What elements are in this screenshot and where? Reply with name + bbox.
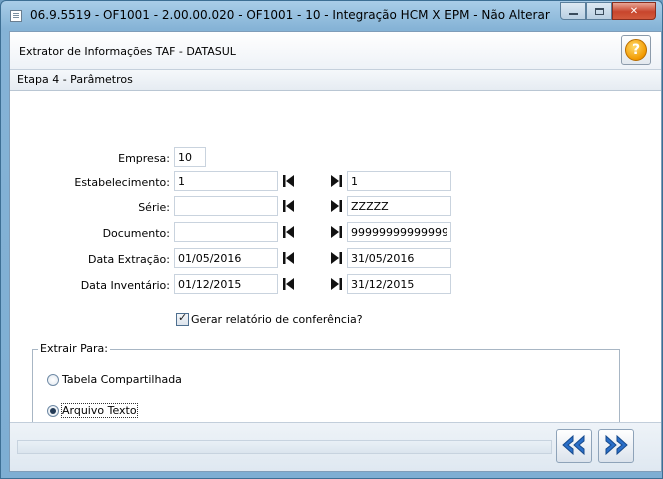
empresa-input[interactable] bbox=[174, 147, 206, 167]
window-controls: ✕ bbox=[560, 2, 656, 21]
data-extracao-label: Data Extração: bbox=[87, 253, 170, 266]
radio-label-arquivo-texto[interactable]: Arquivo Texto bbox=[61, 403, 138, 418]
step-bar: Etapa 4 - Parâmetros bbox=[10, 70, 661, 91]
wizard-title: Extrator de Informações TAF - DATASUL bbox=[19, 45, 236, 58]
radio-label-tabela-compartilhada[interactable]: Tabela Compartilhada bbox=[62, 373, 182, 386]
step-title: Etapa 4 - Parâmetros bbox=[17, 73, 133, 86]
documento-label: Documento: bbox=[102, 227, 170, 240]
double-chevron-left-icon bbox=[560, 434, 588, 459]
maximize-button[interactable] bbox=[586, 2, 612, 20]
title-bar[interactable]: 06.9.5519 - OF1001 - 2.00.00.020 - OF100… bbox=[1, 1, 662, 31]
double-chevron-right-icon bbox=[602, 434, 630, 459]
first-record-icon[interactable] bbox=[280, 172, 298, 190]
maximize-icon bbox=[594, 7, 604, 15]
estabelecimento-to-input[interactable] bbox=[347, 171, 451, 191]
minimize-button[interactable] bbox=[560, 2, 586, 20]
app-icon bbox=[10, 10, 22, 22]
documento-from-input[interactable] bbox=[174, 222, 278, 242]
serie-to-input[interactable] bbox=[347, 196, 451, 216]
radio-arquivo-texto[interactable] bbox=[47, 405, 59, 417]
data-extracao-from-input[interactable] bbox=[174, 248, 278, 268]
wizard-header: Extrator de Informações TAF - DATASUL ? bbox=[10, 32, 661, 70]
empresa-label: Empresa: bbox=[118, 152, 170, 165]
wizard-client-area: Extrator de Informações TAF - DATASUL ? … bbox=[9, 31, 662, 472]
window-title: 06.9.5519 - OF1001 - 2.00.00.020 - OF100… bbox=[30, 8, 550, 22]
first-record-icon[interactable] bbox=[280, 275, 298, 293]
data-inventario-from-input[interactable] bbox=[174, 274, 278, 294]
serie-label: Série: bbox=[138, 201, 170, 214]
serie-from-input[interactable] bbox=[174, 196, 278, 216]
wizard-footer bbox=[10, 422, 661, 471]
gerar-relatorio-checkbox[interactable]: ✓ bbox=[176, 311, 189, 326]
progress-bar bbox=[17, 440, 552, 454]
last-record-icon[interactable] bbox=[327, 197, 345, 215]
minimize-icon bbox=[568, 12, 578, 15]
radio-tabela-compartilhada[interactable] bbox=[47, 374, 59, 386]
back-button[interactable] bbox=[556, 429, 592, 463]
last-record-icon[interactable] bbox=[327, 172, 345, 190]
check-icon: ✓ bbox=[178, 311, 188, 324]
parameters-form: Empresa: Estabelecimento: Série: Documen… bbox=[10, 91, 661, 437]
last-record-icon[interactable] bbox=[327, 275, 345, 293]
data-extracao-to-input[interactable] bbox=[347, 248, 451, 268]
documento-to-input[interactable] bbox=[347, 222, 451, 242]
last-record-icon[interactable] bbox=[327, 249, 345, 267]
first-record-icon[interactable] bbox=[280, 197, 298, 215]
last-record-icon[interactable] bbox=[327, 223, 345, 241]
data-inventario-to-input[interactable] bbox=[347, 274, 451, 294]
extrair-para-title: Extrair Para: bbox=[38, 342, 110, 355]
data-inventario-label: Data Inventário: bbox=[80, 279, 170, 292]
estabelecimento-from-input[interactable] bbox=[174, 171, 278, 191]
estabelecimento-label: Estabelecimento: bbox=[74, 176, 170, 189]
first-record-icon[interactable] bbox=[280, 223, 298, 241]
application-window: 06.9.5519 - OF1001 - 2.00.00.020 - OF100… bbox=[0, 0, 663, 479]
gerar-relatorio-label[interactable]: Gerar relatório de conferência? bbox=[191, 313, 363, 326]
next-button[interactable] bbox=[598, 429, 634, 463]
help-button[interactable]: ? bbox=[621, 35, 651, 65]
help-icon: ? bbox=[625, 39, 647, 61]
close-icon: ✕ bbox=[629, 5, 639, 17]
first-record-icon[interactable] bbox=[280, 249, 298, 267]
close-button[interactable]: ✕ bbox=[612, 2, 656, 20]
